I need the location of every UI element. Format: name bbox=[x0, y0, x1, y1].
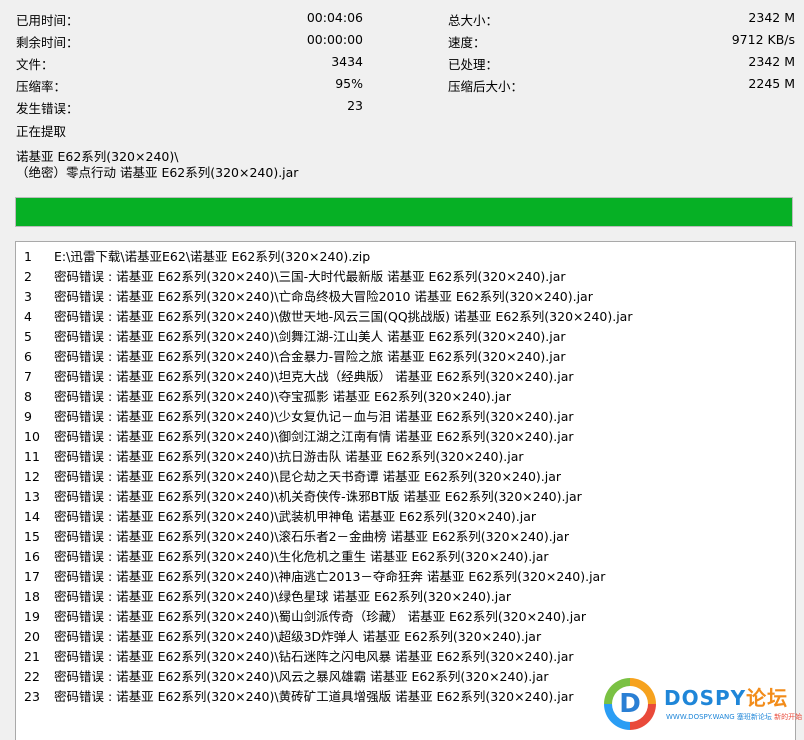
log-row-message: 密码错误 : 诺基亚 E62系列(320×240)\黄砖矿工道具增强版 诺基亚 … bbox=[54, 689, 574, 704]
remaining-time-value: 00:00:00 bbox=[306, 32, 363, 47]
log-row-number: 7 bbox=[24, 369, 32, 384]
log-row-number: 13 bbox=[24, 489, 40, 504]
ratio-value: 95% bbox=[335, 76, 363, 91]
log-row-number: 9 bbox=[24, 409, 32, 424]
log-row-number: 3 bbox=[24, 289, 32, 304]
dospy-tagline2: 新的开始 bbox=[774, 713, 803, 721]
log-row-message: 密码错误 : 诺基亚 E62系列(320×240)\风云之暴风雄霸 诺基亚 E6… bbox=[54, 669, 549, 684]
log-row-number: 10 bbox=[24, 429, 40, 444]
packed-size-value: 2245 M bbox=[748, 76, 795, 91]
remaining-time-label: 剩余时间： bbox=[16, 35, 79, 50]
log-row-message: 密码错误 : 诺基亚 E62系列(320×240)\神庙逃亡2013－夺命狂奔 … bbox=[54, 569, 606, 584]
log-row-message: 密码错误 : 诺基亚 E62系列(320×240)\滚石乐者2－金曲榜 诺基亚 … bbox=[54, 529, 569, 544]
log-row-number: 19 bbox=[24, 609, 40, 624]
log-row-number: 4 bbox=[24, 309, 32, 324]
dospy-logo-icon: D bbox=[604, 678, 656, 730]
log-row-number: 5 bbox=[24, 329, 32, 344]
log-row-message: 密码错误 : 诺基亚 E62系列(320×240)\超级3D炸弹人 诺基亚 E6… bbox=[54, 629, 542, 644]
log-row-message: 密码错误 : 诺基亚 E62系列(320×240)\剑舞江湖-江山美人 诺基亚 … bbox=[54, 329, 566, 344]
log-row-message: 密码错误 : 诺基亚 E62系列(320×240)\昆仑劫之天书奇谭 诺基亚 E… bbox=[54, 469, 562, 484]
dospy-url: WWW.DOSPY.WANG bbox=[666, 713, 735, 721]
log-row-message: 密码错误 : 诺基亚 E62系列(320×240)\钻石迷阵之闪电风暴 诺基亚 … bbox=[54, 649, 574, 664]
current-file: （绝密）零点行动 诺基亚 E62系列(320×240).jar bbox=[16, 165, 299, 180]
log-row-number: 23 bbox=[24, 689, 40, 704]
progress-bar-fill bbox=[16, 198, 792, 226]
processed-value: 2342 M bbox=[748, 54, 795, 69]
current-action: 正在提取 bbox=[16, 124, 67, 139]
files-value: 3434 bbox=[331, 54, 363, 69]
log-row-message: 密码错误 : 诺基亚 E62系列(320×240)\夺宝孤影 诺基亚 E62系列… bbox=[54, 389, 512, 404]
log-row-number: 6 bbox=[24, 349, 32, 364]
progress-bar bbox=[15, 197, 793, 227]
log-row-number: 1 bbox=[24, 249, 32, 264]
speed-value: 9712 KB/s bbox=[731, 32, 795, 47]
log-row-number: 21 bbox=[24, 649, 40, 664]
log-row-message: 密码错误 : 诺基亚 E62系列(320×240)\少女复仇记－血与泪 诺基亚 … bbox=[54, 409, 574, 424]
log-row-message: 密码错误 : 诺基亚 E62系列(320×240)\绿色星球 诺基亚 E62系列… bbox=[54, 589, 512, 604]
log-row-message: 密码错误 : 诺基亚 E62系列(320×240)\傲世天地-风云三国(QQ挑战… bbox=[54, 309, 633, 324]
log-row-message: 密码错误 : 诺基亚 E62系列(320×240)\御剑江湖之江南有情 诺基亚 … bbox=[54, 429, 574, 444]
log-row-message: 密码错误 : 诺基亚 E62系列(320×240)\合金暴力-冒险之旅 诺基亚 … bbox=[54, 349, 566, 364]
log-row-message: 密码错误 : 诺基亚 E62系列(320×240)\三国-大时代最新版 诺基亚 … bbox=[54, 269, 566, 284]
log-row-number: 8 bbox=[24, 389, 32, 404]
dospy-brand-name: DOSPY bbox=[664, 686, 747, 710]
log-row-message: 密码错误 : 诺基亚 E62系列(320×240)\坦克大战（经典版） 诺基亚 … bbox=[54, 369, 574, 384]
log-row-number: 15 bbox=[24, 529, 40, 544]
log-row-number: 18 bbox=[24, 589, 40, 604]
log-row-number: 11 bbox=[24, 449, 40, 464]
dospy-logo-letter: D bbox=[612, 686, 648, 722]
log-row-message: 密码错误 : 诺基亚 E62系列(320×240)\蜀山剑派传奇（珍藏） 诺基亚… bbox=[54, 609, 587, 624]
log-row-message: 密码错误 : 诺基亚 E62系列(320×240)\武装机甲神龟 诺基亚 E62… bbox=[54, 509, 537, 524]
ratio-label: 压缩率： bbox=[16, 79, 67, 94]
total-size-value: 2342 M bbox=[748, 10, 795, 25]
log-row-number: 16 bbox=[24, 549, 40, 564]
log-row-message: 密码错误 : 诺基亚 E62系列(320×240)\抗日游击队 诺基亚 E62系… bbox=[54, 449, 524, 464]
dospy-subline: WWW.DOSPY.WANG 塞班新论坛 新的开始 bbox=[666, 712, 802, 722]
log-row-number: 2 bbox=[24, 269, 32, 284]
dospy-brand: DOSPY论坛 bbox=[664, 682, 788, 711]
elapsed-time-value: 00:04:06 bbox=[306, 10, 363, 25]
dospy-brand-suffix: 论坛 bbox=[746, 686, 789, 710]
log-row-number: 17 bbox=[24, 569, 40, 584]
errors-label: 发生错误： bbox=[16, 101, 79, 116]
log-row-number: 12 bbox=[24, 469, 40, 484]
errors-value: 23 bbox=[347, 98, 363, 113]
extraction-stats: 已用时间： 00:04:06 剩余时间： 00:00:00 文件： 3434 压… bbox=[0, 0, 804, 120]
log-row-message: 密码错误 : 诺基亚 E62系列(320×240)\机关奇侠传-诛邪BT版 诺基… bbox=[54, 489, 582, 504]
log-row-number: 14 bbox=[24, 509, 40, 524]
error-log-list[interactable]: 1 E:\迅雷下载\诺基亚E62\诺基亚 E62系列(320×240).zip 2 密… bbox=[15, 241, 796, 740]
dospy-watermark: D DOSPY论坛 WWW.DOSPY.WANG 塞班新论坛 新的开始 bbox=[604, 676, 802, 738]
files-label: 文件： bbox=[16, 57, 54, 72]
log-row-message: 密码错误 : 诺基亚 E62系列(320×240)\生化危机之重生 诺基亚 E6… bbox=[54, 549, 549, 564]
total-size-label: 总大小： bbox=[448, 13, 499, 28]
log-row-message: 密码错误 : 诺基亚 E62系列(320×240)\亡命岛终极大冒险2010 诺… bbox=[54, 289, 593, 304]
speed-label: 速度： bbox=[448, 35, 486, 50]
log-row-number: 20 bbox=[24, 629, 40, 644]
elapsed-time-label: 已用时间： bbox=[16, 13, 79, 28]
log-row-number: 22 bbox=[24, 669, 40, 684]
dospy-tagline: 塞班新论坛 bbox=[736, 713, 772, 721]
log-row-message: E:\迅雷下载\诺基亚E62\诺基亚 E62系列(320×240).zip bbox=[54, 249, 371, 264]
processed-label: 已处理： bbox=[448, 57, 499, 72]
packed-size-label: 压缩后大小： bbox=[448, 79, 524, 94]
